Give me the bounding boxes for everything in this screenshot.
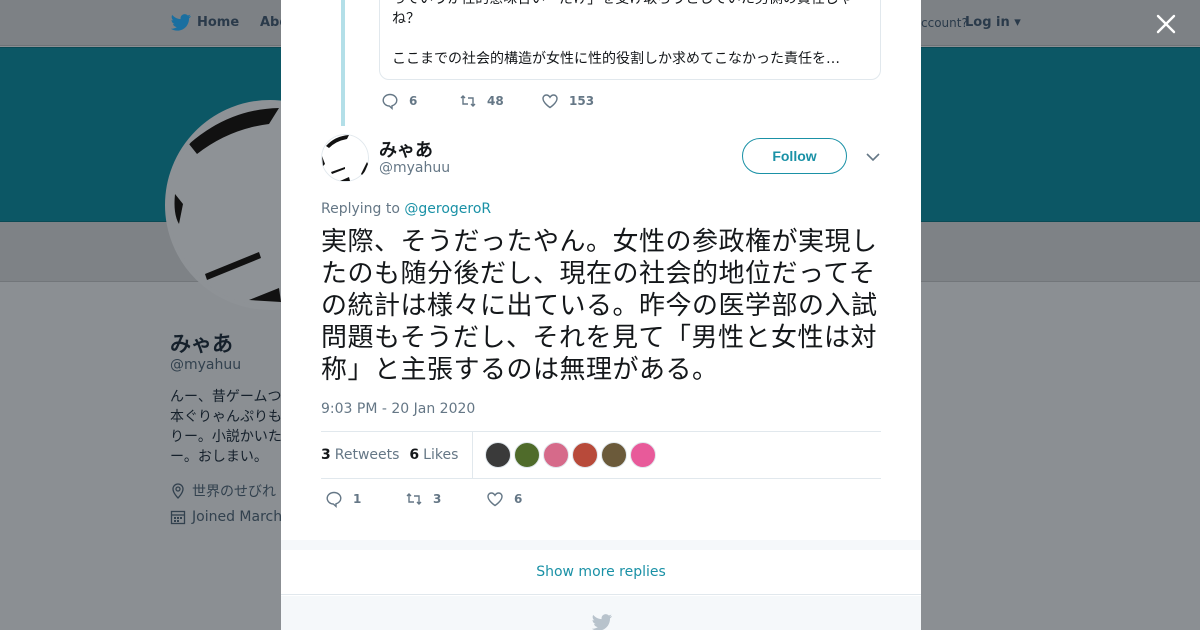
modal-footer bbox=[281, 596, 921, 630]
twitter-bird-icon[interactable] bbox=[170, 14, 192, 32]
quoted-text-bottom: ここまでの社会的構造が女性に性的役割しか求めてこなかった責任を… bbox=[392, 51, 840, 67]
login-label[interactable]: Log in bbox=[965, 15, 1010, 30]
retweet-action[interactable]: 48 bbox=[459, 92, 541, 110]
author-handle[interactable]: @myahuu bbox=[379, 160, 450, 176]
heart-icon bbox=[487, 492, 503, 507]
like-count: 153 bbox=[569, 94, 595, 108]
location-text: 世界のせびれ bbox=[192, 484, 276, 500]
twitter-bird-icon bbox=[591, 614, 613, 630]
liker-avatar[interactable] bbox=[601, 442, 628, 468]
like-action[interactable]: 6 bbox=[486, 490, 522, 508]
heart-icon bbox=[542, 94, 558, 109]
stats-divider bbox=[472, 432, 474, 478]
nav-home-link[interactable]: Home bbox=[197, 15, 239, 30]
reply-icon bbox=[382, 93, 398, 110]
nav-account-text: ccount? bbox=[921, 16, 968, 30]
retweet-icon bbox=[460, 95, 476, 107]
reply-action[interactable]: 6 bbox=[381, 92, 459, 110]
avatar-art bbox=[321, 134, 369, 182]
like-action[interactable]: 153 bbox=[541, 92, 594, 110]
replying-prefix: Replying to bbox=[321, 201, 400, 217]
liker-avatar[interactable] bbox=[514, 442, 541, 468]
follow-button[interactable]: Follow bbox=[742, 138, 847, 174]
tweet-actions: 1 3 6 bbox=[325, 490, 556, 508]
reply-icon bbox=[326, 491, 342, 508]
previous-tweet-actions: 6 48 153 bbox=[381, 92, 594, 110]
nav-login-link[interactable]: Log in ▾ bbox=[965, 15, 1021, 30]
author-name[interactable]: みゃあ bbox=[379, 136, 433, 162]
likes-label: Likes bbox=[423, 447, 459, 463]
chevron-down-icon[interactable] bbox=[864, 148, 882, 166]
liker-avatar[interactable] bbox=[572, 442, 599, 468]
like-total: 6 bbox=[409, 447, 420, 463]
retweets-stat[interactable]: 3 Retweets bbox=[321, 447, 399, 463]
profile-name: みゃあ bbox=[170, 332, 233, 356]
reply-action[interactable]: 1 bbox=[325, 490, 371, 508]
location-pin-icon bbox=[172, 483, 184, 499]
thread-connector bbox=[341, 0, 345, 126]
liker-avatars bbox=[485, 442, 659, 468]
close-icon[interactable] bbox=[1155, 13, 1177, 35]
author-avatar[interactable] bbox=[321, 134, 369, 182]
like-count: 6 bbox=[514, 492, 523, 506]
retweet-action[interactable]: 3 bbox=[405, 490, 452, 508]
retweet-total: 3 bbox=[321, 447, 331, 463]
joined-text: Joined March bbox=[192, 509, 283, 525]
tweet-stats: 3 Retweets 6 Likes bbox=[321, 431, 881, 479]
quoted-tweet[interactable]: っていうか性的意味合い「だけ」を受け取ろうとしていた男側の責任じゃね？ ここまで… bbox=[379, 0, 881, 80]
bio-line: りー。小説かいた bbox=[170, 429, 282, 445]
show-more-replies-button[interactable]: Show more replies bbox=[281, 550, 921, 595]
bio-line: ー。おしまい。 bbox=[170, 449, 268, 465]
retweet-count: 48 bbox=[487, 94, 504, 108]
liker-avatar[interactable] bbox=[543, 442, 570, 468]
profile-bio: んー、昔ゲームつ 本ぐりゃんぷりも りー。小説かいた ー。おしまい。 bbox=[170, 387, 282, 467]
retweet-icon bbox=[406, 493, 422, 505]
tweet-text: 実際、そうだったやん。女性の参政権が実現したのも随分後だし、現在の社会的地位だっ… bbox=[321, 227, 878, 385]
quoted-text-top: っていうか性的意味合い「だけ」を受け取ろうとしていた男側の責任じゃね？ bbox=[392, 0, 853, 27]
calendar-icon bbox=[170, 510, 186, 525]
liker-avatar[interactable] bbox=[485, 442, 512, 468]
likes-stat[interactable]: 6 Likes bbox=[409, 447, 458, 463]
bio-line: んー、昔ゲームつ bbox=[170, 389, 282, 405]
reply-count: 6 bbox=[409, 94, 418, 108]
section-separator bbox=[281, 540, 921, 550]
tweet-timestamp[interactable]: 9:03 PM - 20 Jan 2020 bbox=[321, 401, 475, 417]
profile-joined: Joined March bbox=[170, 509, 282, 525]
tweet-modal: っていうか性的意味合い「だけ」を受け取ろうとしていた男側の責任じゃね？ ここまで… bbox=[281, 0, 921, 630]
liker-avatar[interactable] bbox=[630, 442, 657, 468]
bio-line: 本ぐりゃんぷりも bbox=[170, 409, 282, 425]
profile-handle: @myahuu bbox=[170, 357, 242, 373]
profile-location: 世界のせびれ bbox=[170, 481, 276, 501]
reply-count: 1 bbox=[353, 492, 362, 506]
replying-to: Replying to @gerogeroR bbox=[321, 201, 491, 217]
replying-to-link[interactable]: @gerogeroR bbox=[404, 201, 491, 217]
retweets-label: Retweets bbox=[334, 447, 400, 463]
retweet-count: 3 bbox=[433, 492, 442, 506]
